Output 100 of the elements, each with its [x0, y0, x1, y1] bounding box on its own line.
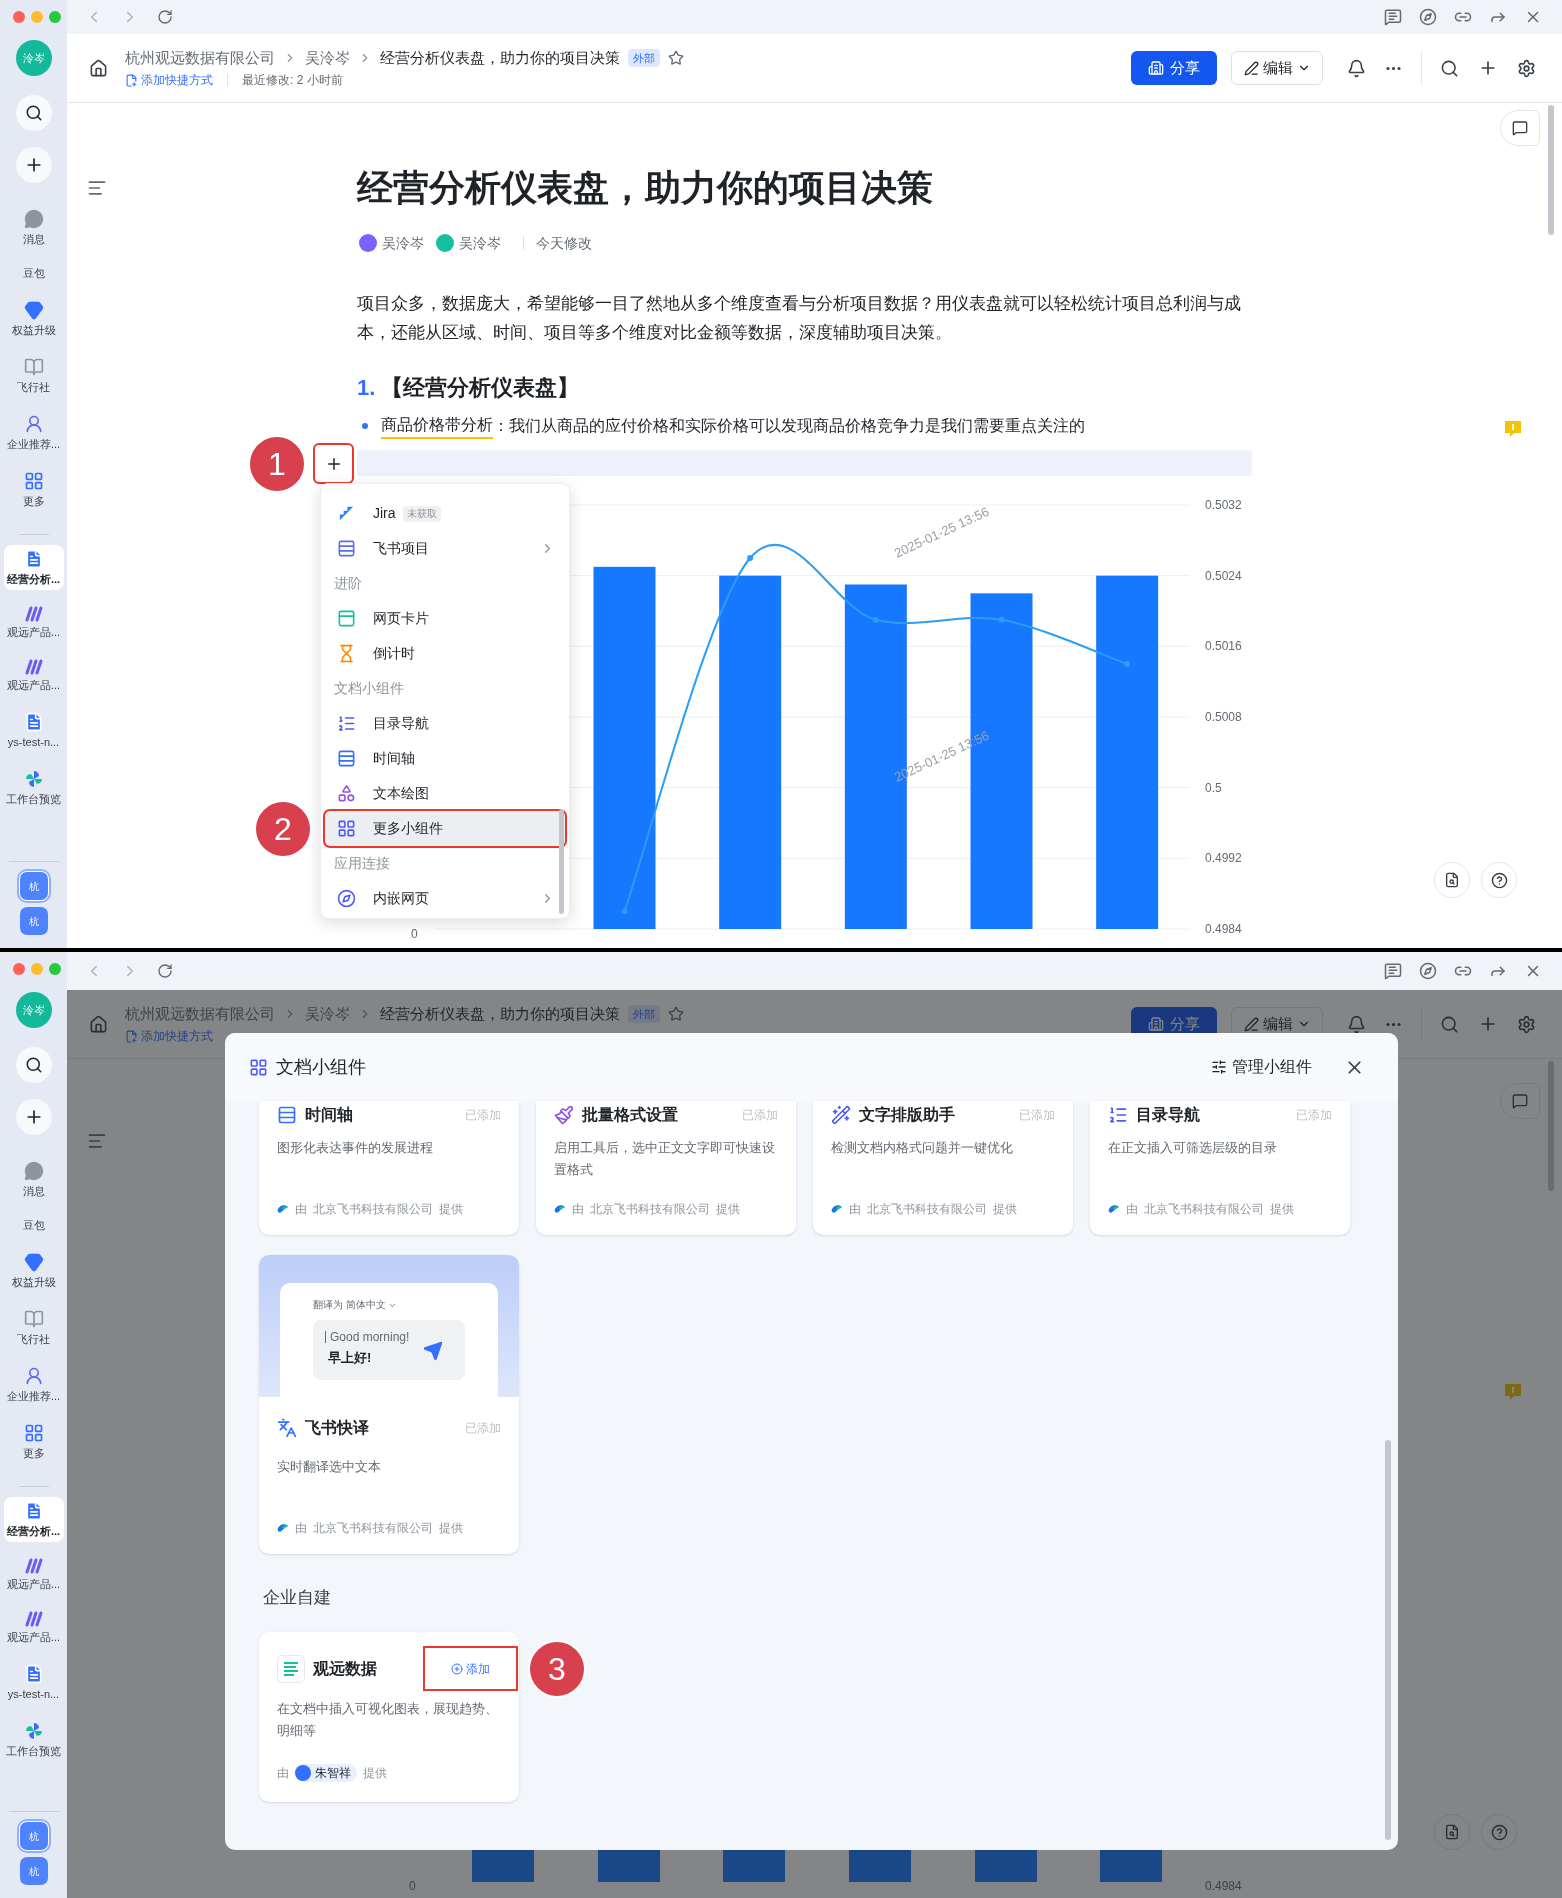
menu-item[interactable]: 目录导航	[325, 706, 565, 741]
sidebar-item[interactable]: 工作台预览	[3, 1717, 64, 1762]
document-info-button[interactable]	[1434, 862, 1470, 898]
sidebar-item[interactable]: ys-test-n...	[3, 1660, 64, 1705]
stripes-icon	[23, 659, 44, 675]
workspace-button[interactable]: 杭	[19, 1822, 48, 1850]
outline-toggle-icon[interactable]	[87, 178, 107, 198]
add-shortcut-link[interactable]: 添加快捷方式	[141, 72, 213, 88]
sidebar-item[interactable]: 权益升级	[3, 1248, 64, 1293]
shortcut-icon	[125, 73, 138, 87]
by-label: 由	[295, 1201, 307, 1218]
axis-label: 0.5016	[1205, 639, 1242, 654]
compass-icon[interactable]	[1419, 8, 1437, 26]
outline-toggle-icon[interactable]	[87, 1131, 107, 1151]
share-button[interactable]: 分享	[1131, 51, 1217, 85]
sidebar-item[interactable]: 消息	[3, 1157, 64, 1202]
highlighted-text[interactable]: 商品价格带分析	[381, 413, 493, 439]
widget-card[interactable]: 目录导航 已添加 在正文插入可筛选层级的目录 由 北京飞书科技有限公司 提供	[1090, 1101, 1350, 1235]
star-icon[interactable]	[668, 1006, 684, 1022]
sidebar-item[interactable]: 更多	[3, 467, 64, 512]
help-icon	[1490, 1823, 1508, 1841]
menu-item[interactable]: 时间轴	[325, 741, 565, 776]
workspace-button[interactable]: 杭	[19, 907, 48, 935]
menu-item[interactable]: 网页卡片	[325, 601, 565, 636]
widget-card[interactable]: 文字排版助手 已添加 检测文档内格式问题并一键优化 由 北京飞书科技有限公司 提供	[813, 1101, 1073, 1235]
search-button[interactable]	[15, 95, 52, 131]
widget-card[interactable]: 批量格式设置 已添加 启用工具后，选中正文文字即可快速设置格式 由 北京飞书科技有限公司 提供	[536, 1101, 796, 1235]
menu-item[interactable]: Jira 未获取	[325, 496, 565, 531]
text-cursor	[325, 1331, 326, 1343]
notification-icon[interactable]	[1347, 1014, 1366, 1034]
menu-item[interactable]: 飞书项目	[325, 531, 565, 566]
workspace-button[interactable]: 杭	[19, 1857, 48, 1885]
workspace-button[interactable]: 杭	[19, 872, 48, 900]
menu-item[interactable]: 更多小组件	[325, 811, 565, 846]
compass-icon[interactable]	[1419, 962, 1437, 980]
sidebar-item[interactable]: 观远产品...	[3, 1554, 64, 1595]
window-close-button[interactable]	[12, 963, 25, 975]
chat-icon[interactable]	[1384, 962, 1402, 980]
sidebar-item[interactable]: 经营分析...	[3, 1497, 64, 1542]
scrollbar[interactable]	[559, 809, 564, 914]
callout-marker: 1	[248, 434, 306, 493]
sidebar-item[interactable]: 更多	[3, 1419, 64, 1464]
sidebar-item[interactable]: 豆包	[3, 262, 64, 284]
list-icon	[337, 714, 356, 733]
compass-icon	[337, 889, 356, 908]
help-button[interactable]	[1481, 862, 1517, 898]
scrollbar[interactable]	[1548, 1061, 1554, 1191]
sidebar-item[interactable]: ys-test-n...	[3, 708, 64, 753]
author-name[interactable]: 吴泠岑	[459, 232, 501, 254]
data-point	[621, 908, 628, 915]
widget-card[interactable]: 时间轴 已添加 图形化表达事件的发展进程 由 北京飞书科技有限公司 提供	[259, 1101, 519, 1235]
sidebar-item[interactable]: 企业推荐...	[3, 410, 64, 455]
sidebar-item[interactable]: 权益升级	[3, 296, 64, 341]
manage-widgets-button[interactable]: 管理小组件	[1211, 1055, 1312, 1079]
sidebar-item[interactable]: 观远产品...	[3, 602, 64, 643]
widget-card[interactable]: 翻译为 简体中文 Good morning! 早上好! 飞书快译 已添加 实时翻译选中文本 由 北京飞书科技有限公司 提供	[259, 1255, 519, 1554]
sidebar-item[interactable]: 经营分析...	[3, 545, 64, 590]
sidebar-item[interactable]: 工作台预览	[3, 765, 64, 810]
notification-icon[interactable]	[1347, 58, 1366, 78]
sidebar-item[interactable]: 观远产品...	[3, 655, 64, 696]
breadcrumb-link[interactable]: 吴泠岑	[305, 48, 350, 68]
search-icon[interactable]	[1440, 58, 1459, 78]
edit-button[interactable]: 编辑	[1231, 51, 1323, 85]
add-button[interactable]	[15, 147, 52, 183]
stripes-icon	[23, 1611, 44, 1627]
search-button[interactable]	[15, 1047, 52, 1083]
document-title: 经营分析仪表盘，助力你的项目决策	[380, 1004, 620, 1024]
star-icon[interactable]	[668, 50, 684, 66]
sidebar-item[interactable]: 观远产品...	[3, 1607, 64, 1648]
building-icon	[1148, 1016, 1164, 1032]
translated-text: 早上好!	[328, 1349, 372, 1367]
settings-icon[interactable]	[1517, 58, 1536, 78]
reload-icon[interactable]	[157, 9, 173, 25]
external-tag: 外部	[628, 49, 660, 67]
reload-icon[interactable]	[157, 963, 173, 979]
add-button[interactable]	[15, 1099, 52, 1135]
menu-item[interactable]: 内嵌网页	[325, 881, 565, 916]
sidebar-item[interactable]: 消息	[3, 205, 64, 250]
by-label: 由	[572, 1201, 584, 1218]
comment-button[interactable]	[1500, 110, 1540, 146]
breadcrumb-link[interactable]: 杭州观远数据有限公司	[125, 48, 275, 68]
add-widget-button[interactable]: 添加	[425, 1648, 516, 1689]
sidebar-item[interactable]: 飞行社	[3, 1305, 64, 1350]
sidebar-item[interactable]: 豆包	[3, 1214, 64, 1236]
window-close-button[interactable]	[12, 11, 25, 23]
translate-icon	[277, 1418, 297, 1438]
menu-item[interactable]: 文本绘图	[325, 776, 565, 811]
insert-button[interactable]	[315, 445, 352, 482]
scrollbar[interactable]	[1385, 1440, 1391, 1840]
scrollbar[interactable]	[1548, 105, 1554, 235]
magic-wand-icon	[831, 1105, 851, 1125]
home-icon[interactable]	[89, 58, 108, 78]
sidebar-item[interactable]: 飞行社	[3, 353, 64, 398]
axis-label: 0.5024	[1205, 568, 1242, 583]
chat-icon[interactable]	[1384, 8, 1402, 26]
sidebar-item[interactable]: 企业推荐...	[3, 1362, 64, 1407]
added-status: 已添加	[465, 1420, 501, 1437]
author-name[interactable]: 吴泠岑	[382, 232, 424, 254]
section-heading: 【经营分析仪表盘】	[381, 373, 580, 402]
menu-item[interactable]: 倒计时	[325, 636, 565, 671]
